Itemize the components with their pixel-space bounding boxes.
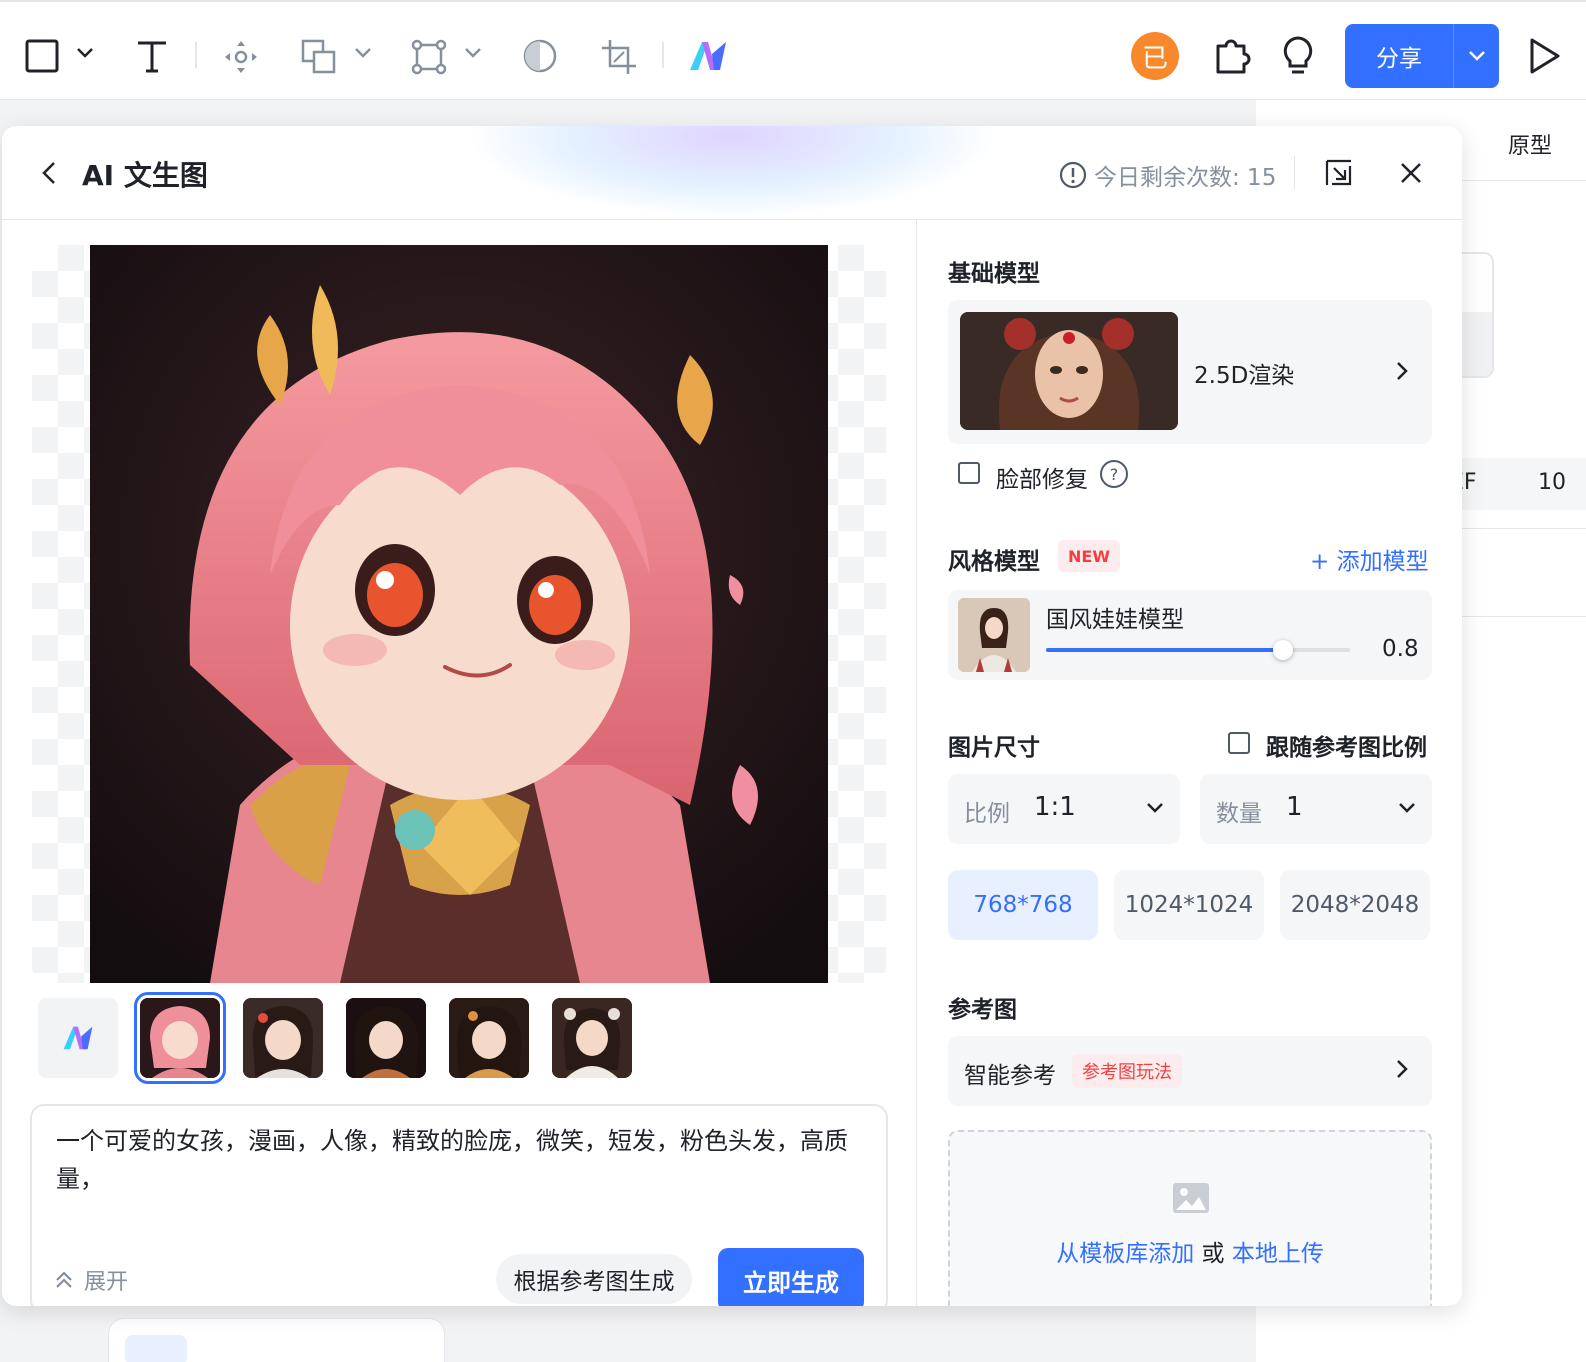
chevron-down-icon[interactable] [354,46,372,60]
new-badge: NEW [1058,540,1120,572]
info-icon [1059,161,1087,189]
rectangle-tool-icon[interactable] [24,38,60,74]
follow-ratio-checkbox[interactable] [1228,732,1250,754]
crop-tool-icon[interactable] [600,38,638,76]
background-bottom-card [108,1318,445,1362]
style-strength-handle[interactable] [1273,640,1294,660]
style-model-thumbnail [958,598,1030,672]
style-model-card: 国风娃娃模型 0.8 [948,590,1432,680]
generate-now-button[interactable]: 立即生成 [718,1248,864,1306]
image-size-heading: 图片尺寸 [948,735,1040,761]
toolbar-divider [662,42,664,68]
ai-logo-icon [63,1026,93,1050]
move-tool-icon[interactable] [222,38,260,76]
count-value: 1 [1286,792,1303,822]
style-strength-fill [1046,648,1284,652]
settings-panel: 基础模型 2.5D渲染 脸部修复 ? 风格模型 NEW + 添加模型 国风娃娃模… [948,220,1432,1306]
ai-text-to-image-dialog: AI 文生图 今日剩余次数: 15 一个可爱的女孩，漫画，人像，精致的脸庞，微笑… [2,126,1462,1306]
local-upload-link[interactable]: 本地上传 [1232,1241,1324,1267]
chevron-right-icon [1394,360,1410,386]
size-option[interactable]: 1024*1024 [1114,870,1264,940]
base-model-heading: 基础模型 [948,261,1040,287]
style-model-heading: 风格模型 [948,549,1040,575]
header-divider [1294,156,1295,190]
follow-ratio-label: 跟随参考图比例 [1266,735,1427,761]
result-thumbnail[interactable] [134,992,226,1084]
top-toolbar: 已 分享 [0,0,1586,100]
dialog-header: AI 文生图 今日剩余次数: 15 [2,126,1462,220]
ai-thumbnail-logo[interactable] [38,998,118,1078]
ai-logo-icon[interactable] [688,40,728,72]
quota-label: 今日剩余次数: 15 [1094,165,1277,191]
ratio-select[interactable]: 比例 1:1 [948,774,1180,844]
path-tool-icon[interactable] [410,38,448,76]
chevron-right-icon [1394,1058,1410,1084]
chevron-down-icon [1146,800,1164,819]
chevron-down-icon [1398,800,1416,819]
user-avatar[interactable]: 已 [1131,32,1179,80]
size-option[interactable]: 2048*2048 [1280,870,1430,940]
chevron-down-icon[interactable] [1454,49,1499,63]
text-tool-icon[interactable] [134,38,170,74]
share-button[interactable]: 分享 [1345,24,1499,88]
play-icon[interactable] [1526,36,1562,76]
face-fix-label: 脸部修复 [996,467,1088,493]
prompt-input[interactable]: 一个可爱的女孩，漫画，人像，精致的脸庞，微笑，短发，粉色头发，高质量， 展开 根… [30,1104,888,1306]
layers-tool-icon[interactable] [300,38,338,76]
help-icon[interactable]: ? [1100,460,1128,488]
result-thumbnail[interactable] [346,998,426,1078]
reference-upload-area[interactable]: 从模板库添加 或 本地上传 [948,1130,1432,1306]
style-strength-slider[interactable] [1046,640,1350,660]
count-key: 数量 [1216,801,1262,827]
chevron-down-icon[interactable] [76,46,94,60]
result-thumbnail[interactable] [449,998,529,1078]
base-model-thumbnail [960,312,1178,430]
dialog-title: AI 文生图 [82,159,208,192]
prompt-text[interactable]: 一个可爱的女孩，漫画，人像，精致的脸庞，微笑，短发，粉色头发，高质量， [56,1122,856,1198]
style-strength-value: 0.8 [1382,636,1419,662]
quota-info: 今日剩余次数: 15 [1058,158,1276,192]
smart-reference-selector[interactable]: 智能参考 参考图玩法 [948,1036,1432,1106]
smart-reference-label: 智能参考 [964,1063,1056,1089]
style-model-name: 国风娃娃模型 [1046,607,1184,633]
generated-image[interactable] [90,245,828,983]
image-icon [1172,1182,1210,1218]
plugin-icon[interactable] [1212,34,1254,76]
background-row-right: 10 [1538,470,1566,495]
size-option[interactable]: 768*768 [948,870,1098,940]
tab-prototype[interactable]: 原型 [1508,128,1552,160]
upload-or-text: 或 [1201,1241,1225,1267]
add-model-button[interactable]: + 添加模型 [1310,542,1429,576]
base-model-selector[interactable]: 2.5D渲染 [948,300,1432,444]
chevron-down-icon[interactable] [464,46,482,60]
expand-label: 展开 [84,1270,129,1295]
expand-window-icon[interactable] [1324,158,1354,192]
toolbar-divider [195,42,197,68]
face-fix-checkbox[interactable] [958,462,980,484]
share-button-label: 分享 [1376,46,1422,72]
result-thumbnail[interactable] [552,998,632,1078]
add-from-template-link[interactable]: 从模板库添加 [1056,1241,1194,1267]
lightbulb-icon[interactable] [1278,34,1318,76]
close-icon[interactable] [1398,160,1424,190]
ratio-value: 1:1 [1034,792,1076,822]
result-thumbnail[interactable] [243,998,323,1078]
mask-tool-icon[interactable] [520,36,560,76]
upload-prompt: 从模板库添加 或 本地上传 [950,1234,1430,1268]
double-chevron-up-icon [56,1271,72,1288]
reference-image-heading: 参考图 [948,997,1017,1023]
generate-from-reference-button[interactable]: 根据参考图生成 [496,1254,692,1304]
generated-image-preview [32,245,886,983]
count-select[interactable]: 数量 1 [1200,774,1432,844]
back-arrow-icon[interactable] [38,160,60,190]
expand-toggle[interactable]: 展开 [54,1264,128,1296]
panel-divider [916,220,917,1306]
ratio-key: 比例 [964,801,1010,827]
base-model-name: 2.5D渲染 [1194,363,1295,389]
reference-play-tag: 参考图玩法 [1072,1054,1182,1088]
